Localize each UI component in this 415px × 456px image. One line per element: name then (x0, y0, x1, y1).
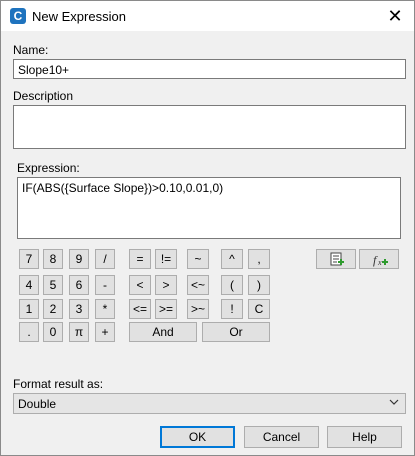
ok-button[interactable]: OK (160, 426, 235, 448)
key-decimal[interactable]: . (19, 322, 39, 342)
expression-label: Expression: (17, 161, 80, 175)
dialog-title: New Expression (32, 9, 126, 24)
format-result-label: Format result as: (13, 377, 104, 391)
key-2[interactable]: 2 (43, 299, 63, 319)
svg-text:x: x (377, 258, 382, 267)
name-input[interactable]: Slope10+ (13, 59, 406, 79)
civil-app-icon: C (10, 8, 26, 24)
key-pi[interactable]: π (69, 322, 89, 342)
key-comma[interactable]: , (248, 249, 270, 269)
name-label: Name: (13, 43, 49, 57)
key-open-paren[interactable]: ( (221, 275, 243, 295)
key-8[interactable]: 8 (43, 249, 63, 269)
title-bar: C New Expression ✕ (1, 1, 414, 31)
close-icon[interactable]: ✕ (384, 5, 406, 27)
key-clear[interactable]: C (248, 299, 270, 319)
key-divide[interactable]: / (95, 249, 115, 269)
function-icon: f x (373, 253, 388, 267)
key-9[interactable]: 9 (69, 249, 89, 269)
format-result-select[interactable]: Double (13, 393, 406, 414)
key-7[interactable]: 7 (19, 249, 39, 269)
cancel-button[interactable]: Cancel (244, 426, 319, 448)
key-4[interactable]: 4 (19, 275, 39, 295)
help-button[interactable]: Help (327, 426, 402, 448)
description-input[interactable] (13, 105, 406, 149)
property-list-icon (330, 252, 344, 266)
key-1[interactable]: 1 (19, 299, 39, 319)
key-less-than[interactable]: < (129, 275, 151, 295)
insert-property-button[interactable] (316, 249, 356, 269)
key-minus[interactable]: - (95, 275, 115, 295)
key-greater-equal[interactable]: >= (155, 299, 177, 319)
key-less-approx[interactable]: <~ (187, 275, 209, 295)
key-greater-approx[interactable]: >~ (187, 299, 209, 319)
key-not[interactable]: ! (221, 299, 243, 319)
key-3[interactable]: 3 (69, 299, 89, 319)
key-0[interactable]: 0 (43, 322, 63, 342)
key-plus[interactable]: + (95, 322, 115, 342)
expression-input[interactable]: IF(ABS({Surface Slope})>0.10,0.01,0) (17, 177, 401, 239)
key-close-paren[interactable]: ) (248, 275, 270, 295)
key-approx[interactable]: ~ (187, 249, 209, 269)
and-button[interactable]: And (129, 322, 197, 342)
or-button[interactable]: Or (202, 322, 270, 342)
key-5[interactable]: 5 (43, 275, 63, 295)
key-less-equal[interactable]: <= (129, 299, 151, 319)
insert-function-button[interactable]: f x (359, 249, 399, 269)
key-greater-than[interactable]: > (155, 275, 177, 295)
new-expression-dialog: C New Expression ✕ Name: Slope10+ Descri… (0, 0, 415, 456)
key-6[interactable]: 6 (69, 275, 89, 295)
key-power[interactable]: ^ (221, 249, 243, 269)
key-multiply[interactable]: * (95, 299, 115, 319)
chevron-down-icon (389, 396, 399, 411)
description-label: Description (13, 89, 74, 103)
key-equals[interactable]: = (129, 249, 151, 269)
format-result-value: Double (18, 397, 57, 411)
key-not-equal[interactable]: != (155, 249, 177, 269)
